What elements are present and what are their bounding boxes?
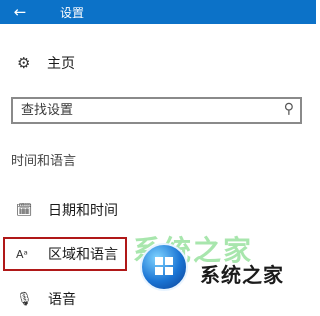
nav-item-label: 日期和时间	[48, 203, 118, 219]
section-heading: 时间和语言	[11, 154, 77, 169]
calendar-clock-icon: 🗓	[16, 202, 33, 218]
back-button[interactable]: ←	[0, 0, 40, 24]
gear-icon: ⚙	[17, 54, 31, 72]
search-icon[interactable]: ⚲	[284, 101, 294, 117]
microphone-icon: 🎙	[16, 291, 33, 307]
region-language-icon: Aᵃ	[16, 247, 28, 261]
watermark: 系统之家 系统之家	[128, 229, 316, 302]
search-box[interactable]: ⚲	[11, 97, 302, 124]
window-title: 设置	[60, 6, 85, 20]
title-bar: ← 设置	[0, 0, 316, 24]
nav-item-date-time[interactable]: 🗓 日期和时间	[0, 193, 316, 227]
nav-item-label: 语音	[48, 292, 76, 308]
home-link[interactable]: ⚙ 主页	[17, 52, 75, 74]
arrow-left-icon: ←	[13, 3, 27, 21]
home-label: 主页	[47, 56, 75, 72]
watermark-text: 系统之家	[200, 263, 284, 287]
windows-logo-icon	[140, 243, 188, 291]
search-input[interactable]	[13, 99, 271, 122]
nav-item-label: 区域和语言	[48, 247, 118, 263]
